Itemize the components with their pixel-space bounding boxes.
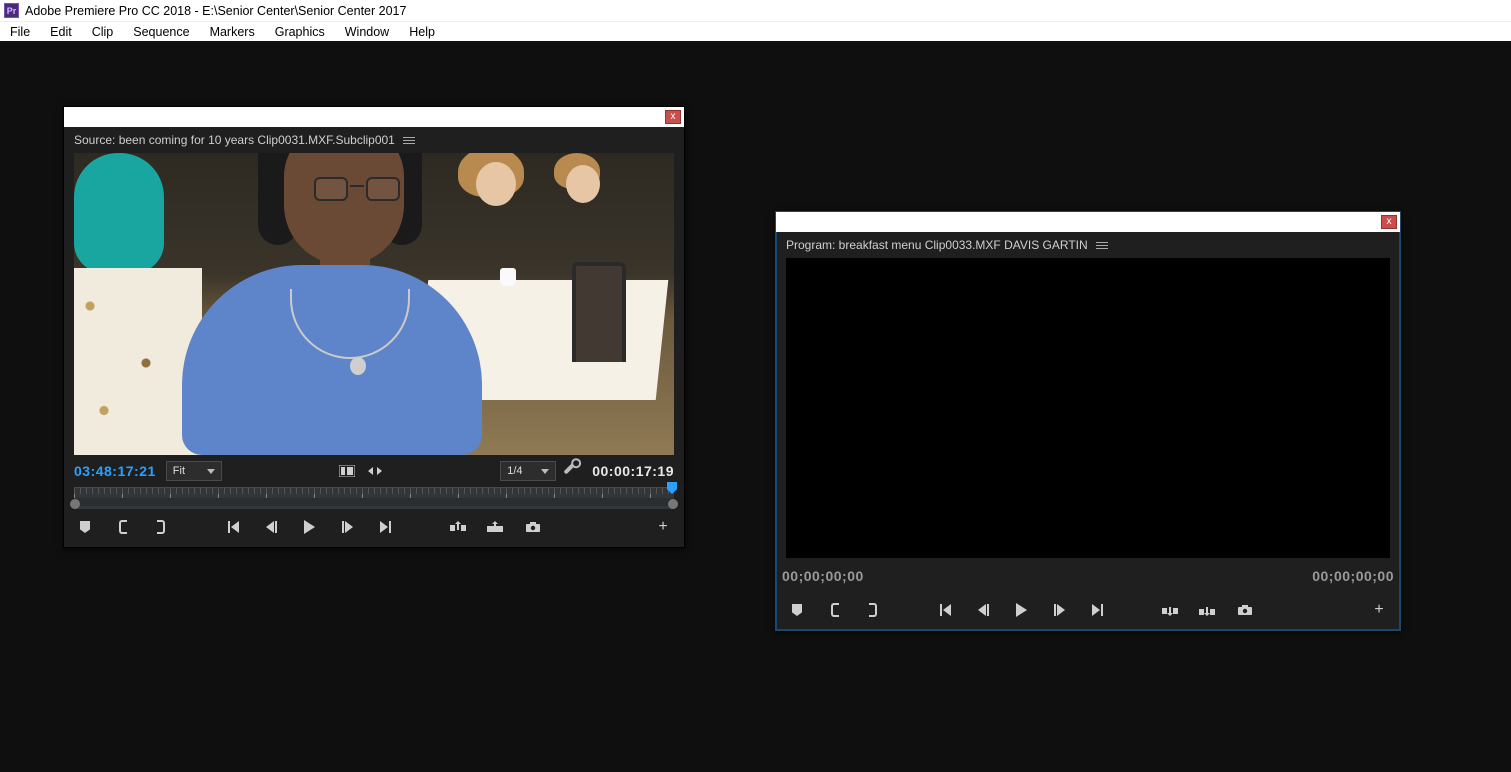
lift-button[interactable] [1160, 602, 1178, 618]
filmstrip-icon[interactable] [338, 463, 356, 479]
button-editor-plus[interactable]: + [1370, 602, 1388, 618]
workspace: x Source: been coming for 10 years Clip0… [0, 41, 1511, 772]
source-transport: + [64, 509, 684, 547]
source-title: Source: been coming for 10 years Clip003… [74, 133, 395, 147]
source-window-bar[interactable]: x [64, 107, 684, 127]
plus-icon: + [658, 519, 667, 535]
step-forward-button[interactable] [338, 519, 356, 535]
step-back-button[interactable] [974, 602, 992, 618]
titlebar: Pr Adobe Premiere Pro CC 2018 - E:\Senio… [0, 0, 1511, 21]
menubar: File Edit Clip Sequence Markers Graphics… [0, 21, 1511, 41]
add-marker-button[interactable] [76, 519, 94, 535]
video-frame-illustration [74, 153, 674, 455]
chevron-down-icon [207, 469, 215, 474]
program-transport: + [776, 592, 1400, 630]
go-to-in-button[interactable] [936, 602, 954, 618]
menu-sequence[interactable]: Sequence [123, 23, 199, 41]
mark-out-button[interactable] [864, 602, 882, 618]
go-to-out-button[interactable] [376, 519, 394, 535]
zoom-value: Fit [173, 465, 185, 477]
source-panel: x Source: been coming for 10 years Clip0… [63, 106, 685, 548]
program-video[interactable] [786, 258, 1390, 558]
app-icon: Pr [4, 3, 19, 18]
play-button[interactable] [1012, 602, 1030, 618]
settings-wrench-icon[interactable] [564, 460, 585, 481]
panel-menu-icon[interactable] [403, 135, 415, 145]
step-back-button[interactable] [262, 519, 280, 535]
mark-in-button[interactable] [114, 519, 132, 535]
menu-graphics[interactable]: Graphics [265, 23, 335, 41]
mark-in-button[interactable] [826, 602, 844, 618]
menu-file[interactable]: File [0, 23, 40, 41]
go-to-out-button[interactable] [1088, 602, 1106, 618]
menu-help[interactable]: Help [399, 23, 445, 41]
close-icon[interactable]: x [665, 110, 681, 124]
window-title: Adobe Premiere Pro CC 2018 - E:\Senior C… [25, 4, 406, 18]
menu-edit[interactable]: Edit [40, 23, 82, 41]
source-timecode-duration[interactable]: 00:00:17:19 [592, 463, 674, 479]
zoom-select[interactable]: Fit [166, 461, 222, 481]
ruler-start-handle[interactable] [70, 499, 80, 509]
panel-menu-icon[interactable] [1096, 240, 1108, 250]
button-editor-plus[interactable]: + [654, 519, 672, 535]
ruler-end-handle[interactable] [668, 499, 678, 509]
source-info-row: 03:48:17:21 Fit 1/4 00:00:17:19 [64, 455, 684, 485]
close-icon[interactable]: x [1381, 215, 1397, 229]
mark-out-button[interactable] [152, 519, 170, 535]
menu-window[interactable]: Window [335, 23, 399, 41]
step-forward-button[interactable] [1050, 602, 1068, 618]
resolution-value: 1/4 [507, 465, 522, 477]
program-panel: x Program: breakfast menu Clip0033.MXF D… [775, 211, 1401, 631]
program-window-bar[interactable]: x [776, 212, 1400, 232]
source-header: Source: been coming for 10 years Clip003… [64, 127, 684, 153]
resolution-select[interactable]: 1/4 [500, 461, 556, 481]
add-marker-button[interactable] [788, 602, 806, 618]
program-title: Program: breakfast menu Clip0033.MXF DAV… [786, 238, 1088, 252]
menu-clip[interactable]: Clip [82, 23, 124, 41]
source-timecode-current[interactable]: 03:48:17:21 [74, 463, 156, 479]
play-button[interactable] [300, 519, 318, 535]
program-timecode-current[interactable]: 00;00;00;00 [782, 568, 864, 584]
menu-markers[interactable]: Markers [200, 23, 265, 41]
program-header: Program: breakfast menu Clip0033.MXF DAV… [776, 232, 1400, 258]
plus-icon: + [1374, 602, 1383, 618]
overwrite-button[interactable] [486, 519, 504, 535]
export-frame-button[interactable] [1236, 602, 1254, 618]
program-timecode-duration[interactable]: 00;00;00;00 [1312, 568, 1394, 584]
program-timecodes: 00;00;00;00 00;00;00;00 [776, 564, 1400, 592]
close-x: x [1387, 217, 1392, 227]
extract-button[interactable] [1198, 602, 1216, 618]
insert-button[interactable] [448, 519, 466, 535]
source-video[interactable] [74, 153, 674, 455]
double-arrow-icon[interactable] [366, 463, 384, 479]
go-to-in-button[interactable] [224, 519, 242, 535]
close-x: x [671, 112, 676, 122]
chevron-down-icon [541, 469, 549, 474]
export-frame-button[interactable] [524, 519, 542, 535]
source-time-ruler[interactable] [74, 487, 674, 509]
